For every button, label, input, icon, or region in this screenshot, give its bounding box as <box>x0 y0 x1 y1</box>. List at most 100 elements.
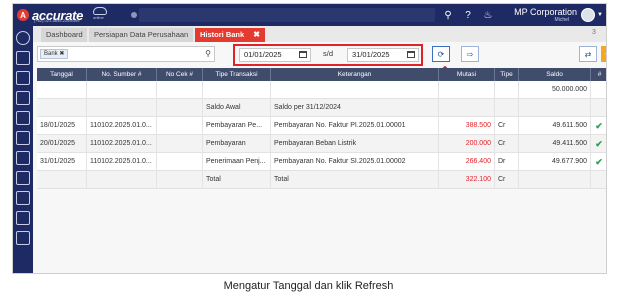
col-mutasi[interactable]: Mutasi <box>439 68 495 81</box>
cell-mutasi: 200.000 <box>439 135 495 153</box>
cloud-icon <box>93 7 107 15</box>
cell-saldo: 49.611.500 <box>519 117 591 135</box>
table-row[interactable]: 18/01/2025 110102.2025.01.0... Pembayaran … <box>37 117 606 135</box>
col-tipe-transaksi[interactable]: Tipe Transaksi <box>203 68 271 81</box>
table-row[interactable]: 50.000.000 <box>37 81 606 99</box>
cell-saldo <box>519 99 591 117</box>
cell-tanggal <box>37 99 87 117</box>
cell-tipe: Cr <box>495 171 519 189</box>
calendar-icon[interactable] <box>299 51 307 58</box>
company-icon[interactable] <box>16 51 30 65</box>
transfer-button[interactable]: ⇄ <box>579 46 597 62</box>
cell-check: ✔ <box>591 153 606 171</box>
search-icon[interactable]: ⚲ <box>441 8 455 22</box>
bank-filter-input[interactable]: Bank ✖ ⚲ <box>37 46 215 62</box>
avatar[interactable] <box>581 8 595 22</box>
bell-icon[interactable]: ♨ <box>481 8 495 22</box>
tab-bar: Dashboard Persiapan Data Perusahaan Hist… <box>33 26 606 42</box>
settings-icon[interactable] <box>16 31 30 45</box>
top-bar: A accurate (+62) 021-5695-2269/399 onlin… <box>13 4 606 26</box>
bank-icon[interactable] <box>16 111 30 125</box>
cell-tipe <box>495 81 519 99</box>
cell-tipe <box>495 99 519 117</box>
cell-check: ✔ <box>591 135 606 153</box>
cell-tipe: Cr <box>495 117 519 135</box>
cell-check: ✔ <box>591 117 606 135</box>
report-icon[interactable] <box>16 211 30 225</box>
cell-tanggal <box>37 81 87 99</box>
date-from-input[interactable]: 01/01/2025 <box>239 48 311 62</box>
cell-no-sumber <box>87 171 157 189</box>
calendar-icon[interactable] <box>407 51 415 58</box>
cell-tipe-transaksi: Pembayaran Pe... <box>203 117 271 135</box>
date-to-input[interactable]: 31/01/2025 <box>347 48 419 62</box>
cell-no-sumber <box>87 81 157 99</box>
search-icon[interactable]: ⚲ <box>205 49 211 58</box>
export-icon: ⇨ <box>466 49 474 59</box>
sidebar <box>13 26 33 273</box>
company-name[interactable]: MP Corporation <box>513 7 577 17</box>
col-tanggal[interactable]: Tanggal <box>37 68 87 81</box>
money-bag-icon[interactable] <box>16 131 30 145</box>
building-icon[interactable] <box>16 71 30 85</box>
col-hash[interactable]: # <box>591 68 606 81</box>
tab-count[interactable]: 3 <box>592 29 596 36</box>
filter-chip[interactable]: Bank ✖ <box>40 49 69 59</box>
col-tipe[interactable]: Tipe <box>495 68 519 81</box>
cell-saldo <box>519 171 591 189</box>
table-row[interactable]: Saldo Awal Saldo per 31/12/2024 <box>37 99 606 117</box>
cell-mutasi: 388.500 <box>439 117 495 135</box>
cell-no-cek <box>157 117 203 135</box>
col-no-cek[interactable]: No Cek # <box>157 68 203 81</box>
cell-tanggal <box>37 171 87 189</box>
col-keterangan[interactable]: Keterangan <box>271 68 439 81</box>
table-row[interactable]: 20/01/2025 110102.2025.01.0... Pembayaran P… <box>37 135 606 153</box>
cell-mutasi: 322.100 <box>439 171 495 189</box>
chevron-down-icon[interactable]: ▼ <box>597 12 603 18</box>
cell-saldo: 49.677.900 <box>519 153 591 171</box>
cell-tanggal: 18/01/2025 <box>37 117 87 135</box>
table-row[interactable]: Total Total 322.100 Cr <box>37 171 606 189</box>
filter-chip-label: Bank <box>44 51 58 57</box>
factory-icon[interactable] <box>16 191 30 205</box>
ledger-icon[interactable] <box>16 91 30 105</box>
table-row[interactable]: 31/01/2025 110102.2025.01.0... Penerimaan … <box>37 153 606 171</box>
col-no-sumber[interactable]: No. Sumber # <box>87 68 157 81</box>
bulb-button[interactable]: ★ <box>601 46 606 62</box>
cell-keterangan: Saldo per 31/12/2024 <box>271 99 439 117</box>
col-saldo[interactable]: Saldo <box>519 68 591 81</box>
cell-saldo: 49.411.500 <box>519 135 591 153</box>
cell-no-cek <box>157 153 203 171</box>
date-separator: s/d <box>323 49 334 58</box>
cell-tipe-transaksi: Saldo Awal <box>203 99 271 117</box>
bulb-icon: ★ <box>604 50 606 59</box>
cell-no-sumber <box>87 99 157 117</box>
tab-histori-bank-label: Histori Bank <box>200 30 245 39</box>
cell-keterangan: Total <box>271 171 439 189</box>
global-search-bar[interactable] <box>139 8 435 22</box>
close-icon[interactable]: ✖ <box>253 28 260 42</box>
tab-dashboard[interactable]: Dashboard <box>41 28 87 42</box>
book-icon[interactable] <box>16 231 30 245</box>
cell-no-cek <box>157 135 203 153</box>
cell-check <box>591 99 606 117</box>
refresh-button[interactable]: ⟳ <box>432 46 450 62</box>
help-icon[interactable]: ? <box>461 8 475 22</box>
date-to-value: 31/01/2025 <box>352 50 390 59</box>
tab-histori-bank[interactable]: Histori Bank ✖ <box>195 28 265 42</box>
cell-mutasi <box>439 81 495 99</box>
brand-subtitle: (+62) 021-5695-2269/399 <box>34 18 80 23</box>
tab-persiapan-data[interactable]: Persiapan Data Perusahaan <box>89 28 193 42</box>
export-button[interactable]: ⇨ <box>461 46 479 62</box>
cell-keterangan: Pembayaran Beban Listrik <box>271 135 439 153</box>
cell-tipe-transaksi: Pembayaran <box>203 135 271 153</box>
bank-history-panel: Bank ✖ ⚲ 01/01/2025 s/d 31/01/2025 ⟳ ⇨ ⇄… <box>33 42 606 273</box>
status-dot-icon <box>131 12 137 18</box>
caption: Mengatur Tanggal dan klik Refresh <box>223 280 394 292</box>
cart-icon[interactable] <box>16 151 30 165</box>
truck-icon[interactable] <box>16 171 30 185</box>
table-header: Tanggal No. Sumber # No Cek # Tipe Trans… <box>37 68 606 81</box>
cell-tipe: Dr <box>495 153 519 171</box>
cell-no-sumber: 110102.2025.01.0... <box>87 153 157 171</box>
cell-saldo: 50.000.000 <box>519 81 591 99</box>
